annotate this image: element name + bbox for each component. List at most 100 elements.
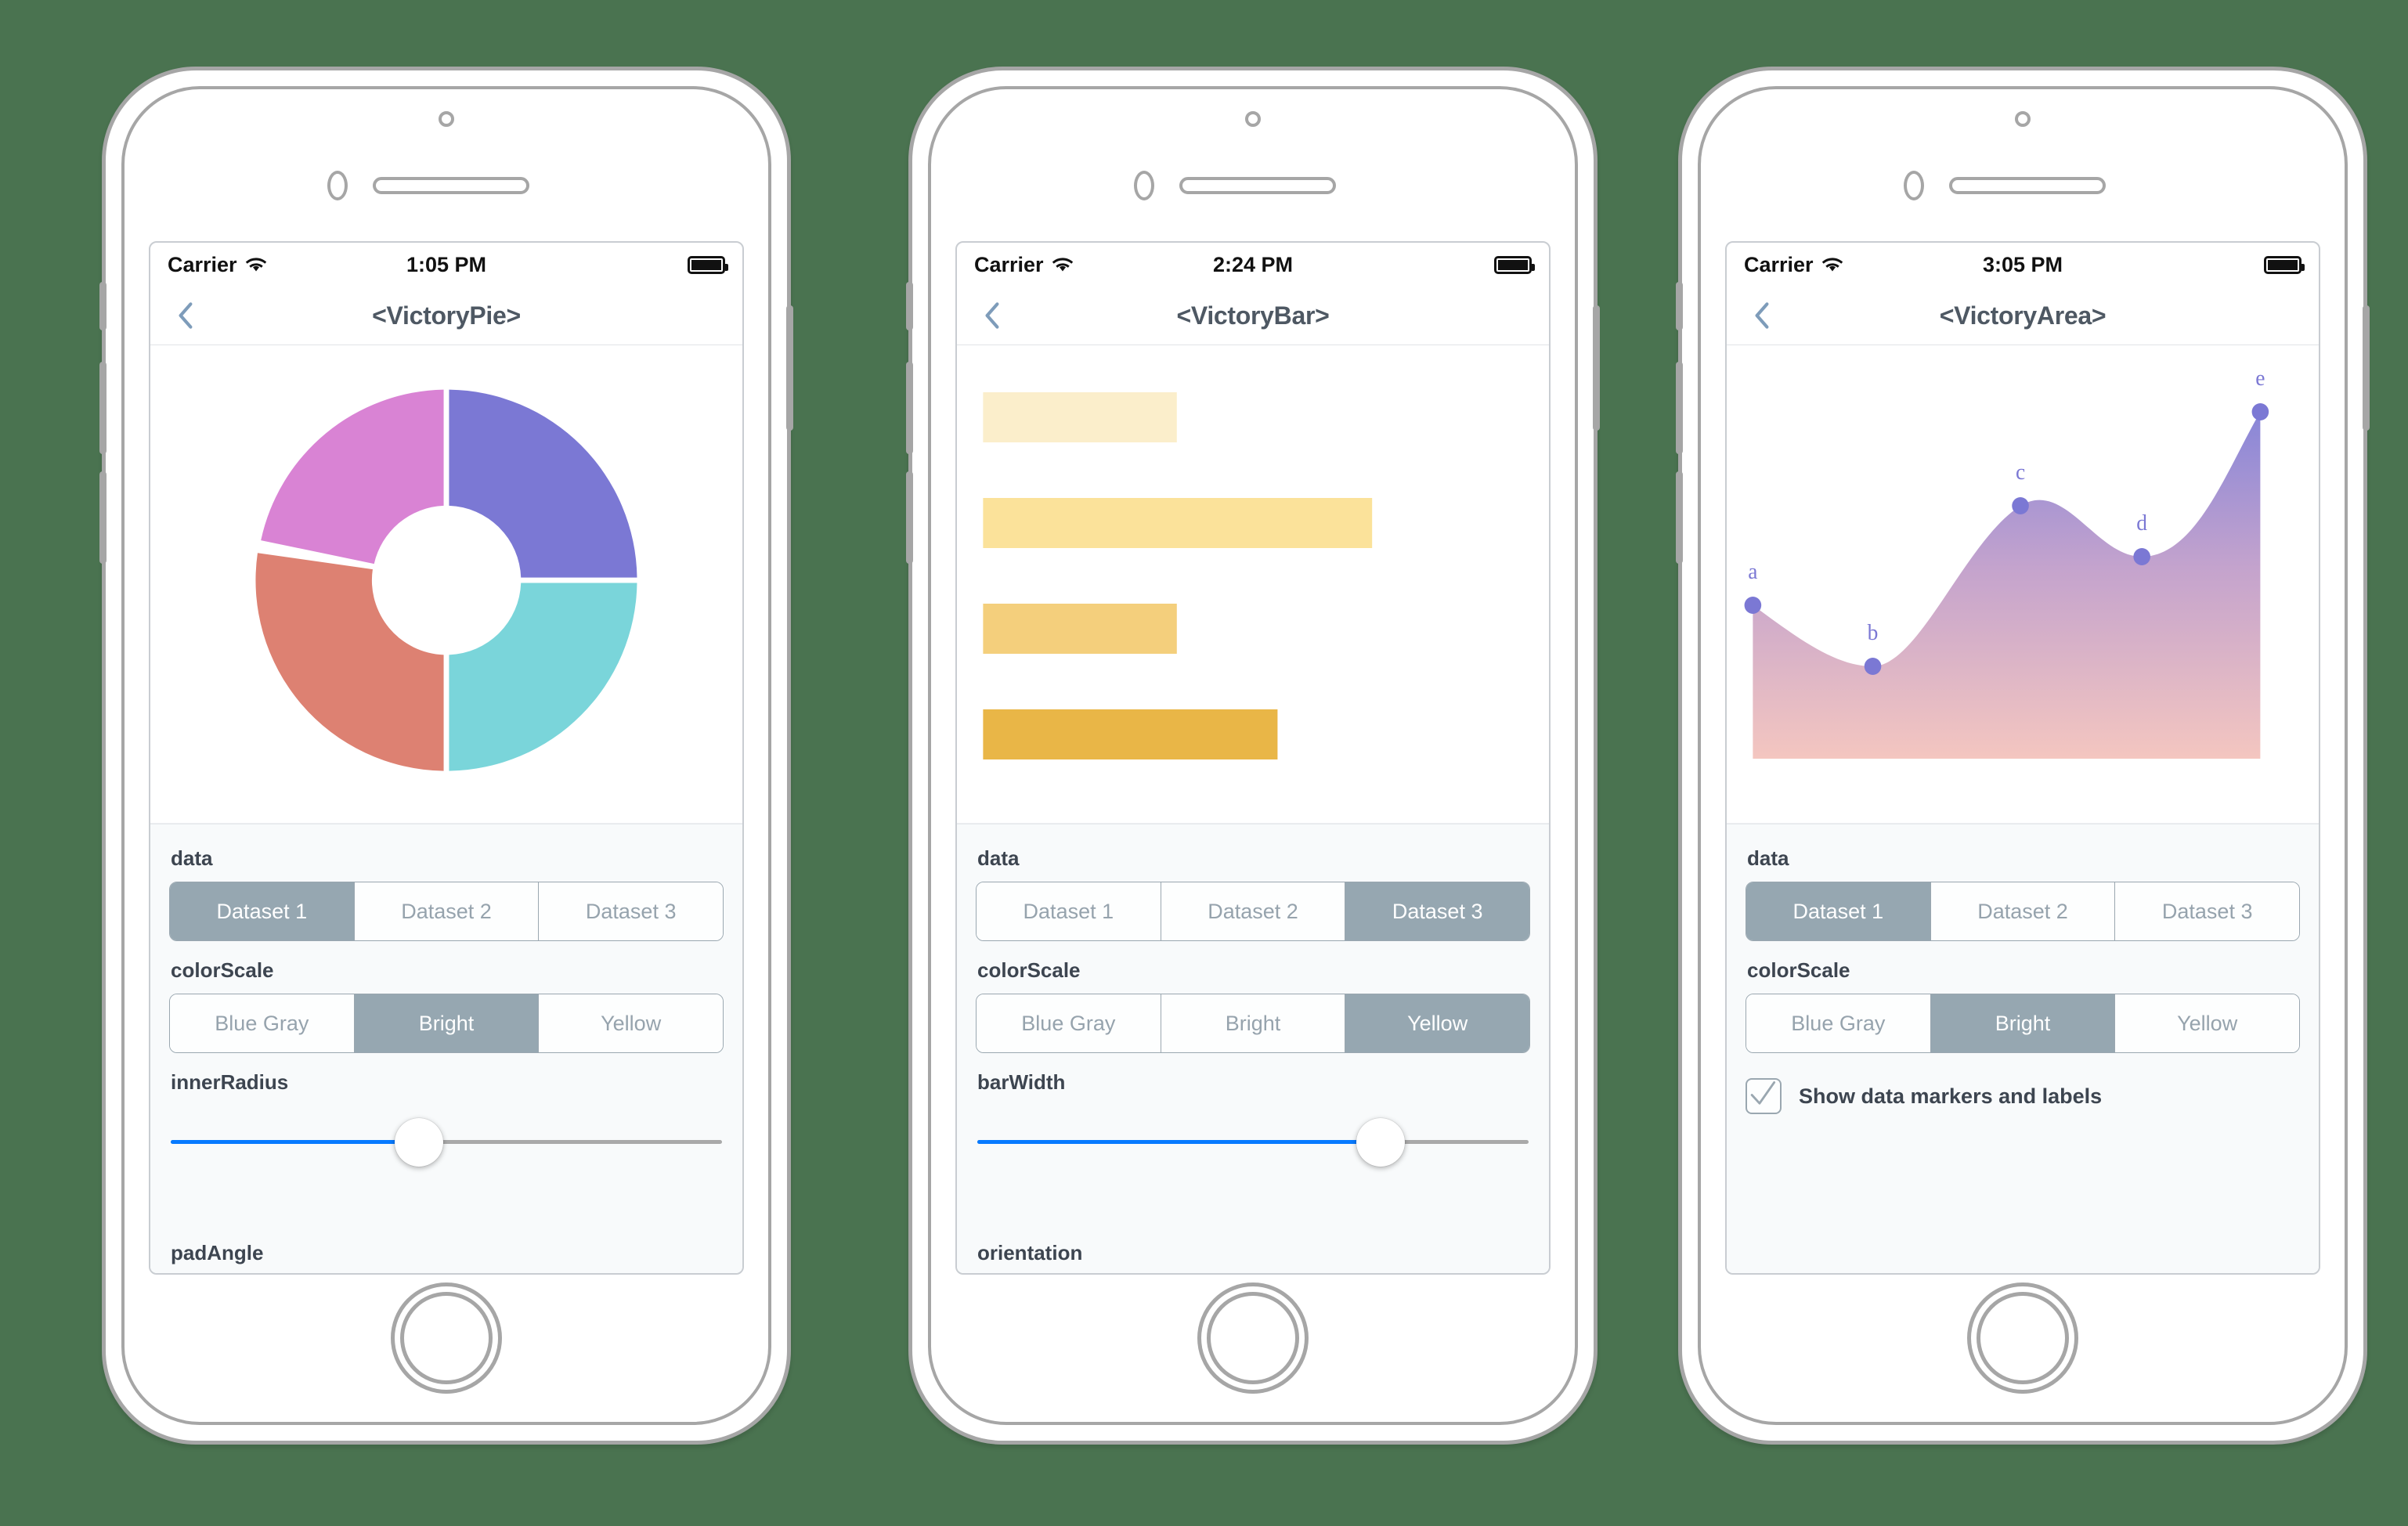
pie-slice-d[interactable]	[261, 389, 444, 565]
data-label-c: c	[2016, 460, 2025, 485]
page-title: <VictoryArea>	[1939, 301, 2107, 330]
power-button-1[interactable]	[786, 305, 793, 431]
bar-3[interactable]	[983, 604, 1177, 654]
pie-slice-c[interactable]	[255, 553, 444, 771]
device-screen-2: Carrier 2:24 PM <VictoryBar> data Datase…	[955, 241, 1551, 1275]
data-section-label: data	[977, 846, 1020, 870]
back-button-1[interactable]	[158, 301, 213, 330]
chevron-left-icon	[1753, 301, 1771, 330]
back-button-3[interactable]	[1735, 301, 1789, 330]
innerradius-slider-1[interactable]	[169, 1104, 724, 1179]
wifi-icon	[245, 256, 267, 273]
chevron-left-icon	[177, 301, 194, 330]
status-bar-right-3	[2264, 255, 2305, 274]
data-segmented-control-1[interactable]: Dataset 1 Dataset 2 Dataset 3	[169, 882, 724, 941]
earpiece-speaker-1	[373, 177, 529, 194]
volume-up-button-1[interactable]	[99, 362, 107, 454]
slider-thumb[interactable]	[1356, 1118, 1405, 1167]
volume-up-button-3[interactable]	[1676, 362, 1683, 454]
proximity-sensor-icon-3	[1904, 171, 1924, 200]
data-label-d: d	[2136, 511, 2147, 536]
volume-up-button-2[interactable]	[906, 362, 913, 454]
colorscale-segmented-control-2[interactable]: Blue Gray Bright Yellow	[976, 994, 1530, 1053]
segment-dataset-3[interactable]: Dataset 3	[539, 882, 723, 940]
device-screen-1: Carrier 1:05 PM <VictoryPie> data Datase…	[149, 241, 744, 1275]
data-marker-a[interactable]	[1744, 597, 1762, 614]
segment-dataset-3[interactable]: Dataset 3	[1345, 882, 1529, 940]
controls-panel-3: data Dataset 1 Dataset 2 Dataset 3 color…	[1727, 824, 2319, 1273]
segment-bright[interactable]: Bright	[354, 994, 540, 1052]
area-svg: a b c d e	[1744, 366, 2269, 759]
status-bar-left-2: Carrier	[974, 253, 1074, 277]
power-button-2[interactable]	[1593, 305, 1600, 431]
data-marker-e[interactable]	[2251, 403, 2269, 420]
data-segmented-control-2[interactable]: Dataset 1 Dataset 2 Dataset 3	[976, 882, 1530, 941]
wifi-icon	[1052, 256, 1074, 273]
front-camera-icon-2	[1245, 111, 1261, 127]
volume-down-button-2[interactable]	[906, 471, 913, 564]
page-title: <VictoryBar>	[1176, 301, 1330, 330]
home-button-2[interactable]	[1197, 1282, 1309, 1394]
mute-switch-button-2[interactable]	[906, 282, 913, 330]
data-section-label: data	[171, 846, 213, 870]
bar-1[interactable]	[983, 392, 1177, 442]
data-marker-c[interactable]	[2012, 497, 2029, 514]
colorscale-section-label: colorScale	[171, 958, 274, 982]
bar-4[interactable]	[983, 709, 1278, 759]
proximity-sensor-icon-2	[1134, 171, 1154, 200]
slider-fill	[171, 1140, 421, 1144]
segment-dataset-2[interactable]: Dataset 2	[1161, 882, 1346, 940]
segment-yellow[interactable]: Yellow	[1345, 994, 1529, 1052]
segment-dataset-1[interactable]: Dataset 1	[977, 882, 1161, 940]
segment-yellow[interactable]: Yellow	[539, 994, 723, 1052]
slider-thumb[interactable]	[394, 1118, 443, 1167]
data-segmented-control-3[interactable]: Dataset 1 Dataset 2 Dataset 3	[1746, 882, 2300, 941]
segment-dataset-3[interactable]: Dataset 3	[2115, 882, 2299, 940]
colorscale-segmented-control-1[interactable]: Blue Gray Bright Yellow	[169, 994, 724, 1053]
chevron-left-icon	[984, 301, 1001, 330]
volume-down-button-1[interactable]	[99, 471, 107, 564]
show-markers-row[interactable]: Show data markers and labels	[1746, 1078, 2300, 1114]
home-button-1[interactable]	[391, 1282, 502, 1394]
bar-2[interactable]	[983, 498, 1373, 548]
carrier-label: Carrier	[1744, 252, 1814, 276]
show-markers-checkbox[interactable]	[1746, 1078, 1782, 1114]
segment-dataset-2[interactable]: Dataset 2	[354, 882, 540, 940]
segment-blue-gray[interactable]: Blue Gray	[977, 994, 1161, 1052]
segment-dataset-1[interactable]: Dataset 1	[170, 882, 355, 940]
mute-switch-button-1[interactable]	[99, 282, 107, 330]
data-marker-d[interactable]	[2133, 548, 2150, 565]
segment-dataset-1[interactable]: Dataset 1	[1746, 882, 1931, 940]
navigation-bar-1: <VictoryPie>	[150, 287, 742, 345]
mute-switch-button-3[interactable]	[1676, 282, 1683, 330]
area-fill[interactable]	[1753, 412, 2261, 759]
navigation-bar-2: <VictoryBar>	[957, 287, 1549, 345]
proximity-sensor-icon-1	[327, 171, 348, 200]
back-button-2[interactable]	[965, 301, 1020, 330]
barwidth-slider-2[interactable]	[976, 1104, 1530, 1179]
power-button-3[interactable]	[2363, 305, 2370, 431]
segment-blue-gray[interactable]: Blue Gray	[1746, 994, 1931, 1052]
segment-yellow[interactable]: Yellow	[2115, 994, 2299, 1052]
navigation-bar-3: <VictoryArea>	[1727, 287, 2319, 345]
volume-down-button-3[interactable]	[1676, 471, 1683, 564]
home-button-3[interactable]	[1967, 1282, 2078, 1394]
status-bar-3: Carrier 3:05 PM	[1727, 243, 2319, 287]
slider-fill	[977, 1140, 1382, 1144]
device-screen-3: Carrier 3:05 PM <VictoryArea> a b c d e …	[1725, 241, 2320, 1275]
segment-dataset-2[interactable]: Dataset 2	[1930, 882, 2116, 940]
earpiece-speaker-2	[1179, 177, 1336, 194]
segment-bright[interactable]: Bright	[1930, 994, 2116, 1052]
segment-blue-gray[interactable]: Blue Gray	[170, 994, 355, 1052]
colorscale-segmented-control-3[interactable]: Blue Gray Bright Yellow	[1746, 994, 2300, 1053]
victory-bar-chart	[957, 345, 1549, 824]
data-marker-b[interactable]	[1864, 658, 1882, 675]
pie-slice-a[interactable]	[449, 389, 637, 578]
barwidth-label: barWidth	[977, 1070, 1066, 1094]
segment-bright[interactable]: Bright	[1161, 994, 1346, 1052]
pie-slice-b[interactable]	[449, 583, 637, 771]
